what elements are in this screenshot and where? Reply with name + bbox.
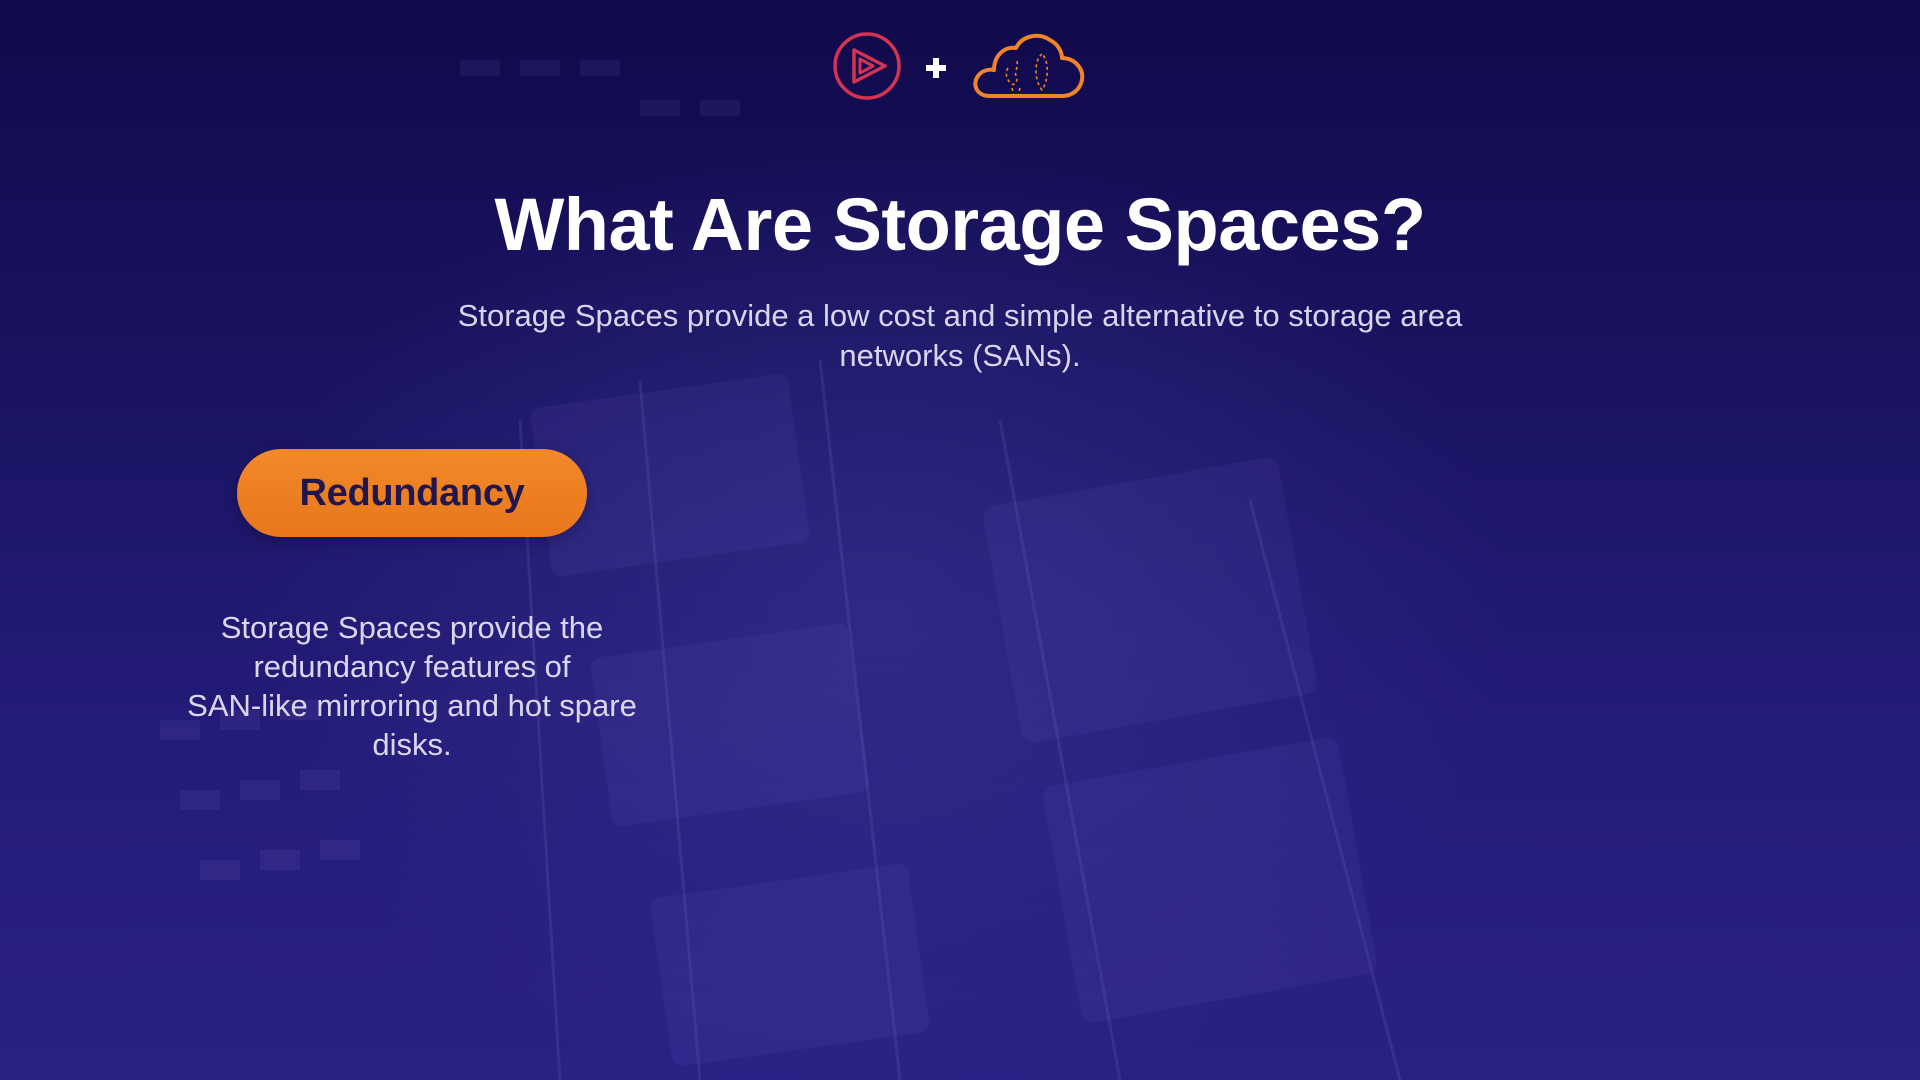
slide-title: What Are Storage Spaces? <box>494 183 1426 266</box>
logo-bar <box>0 30 1920 102</box>
background-server-rack-image <box>0 0 1920 1080</box>
feature-description-line: redundancy features of <box>253 649 571 684</box>
slide-subtitle: Storage Spaces provide a low cost and si… <box>457 298 1463 373</box>
plus-icon <box>926 58 946 78</box>
cloud-logo-icon <box>973 33 1085 98</box>
play-logo-icon <box>833 32 901 100</box>
feature-description-line: disks. <box>372 727 452 762</box>
feature-description-line: SAN-like mirroring and hot spare <box>187 688 637 723</box>
feature-description: Storage Spaces provide the redundancy fe… <box>162 608 662 764</box>
feature-pill-label: Redundancy <box>299 471 525 514</box>
feature-description-line: Storage Spaces provide the <box>220 610 604 645</box>
feature-pill-redundancy: Redundancy <box>237 449 587 537</box>
server-rack-silhouettes <box>160 60 1402 1080</box>
